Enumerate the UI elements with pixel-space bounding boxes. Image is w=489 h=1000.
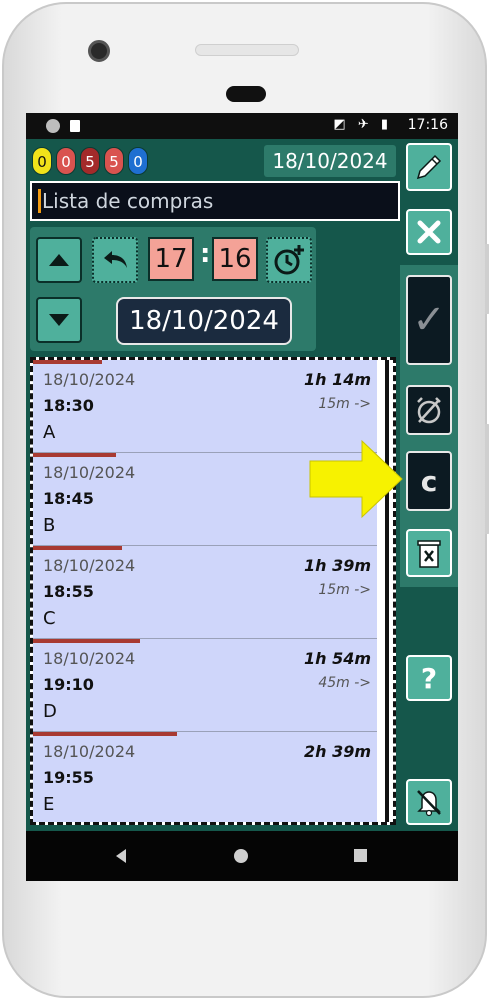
event-date: 18/10/2024 — [43, 649, 136, 668]
header-date[interactable]: 18/10/2024 — [264, 145, 396, 177]
event-duration: 1h 14m — [303, 370, 371, 389]
check-icon: ✓ — [412, 297, 446, 343]
power-button — [485, 424, 489, 534]
event-time: 19:10 — [43, 675, 94, 694]
event-progress-bar — [33, 360, 102, 364]
undo-icon — [104, 251, 127, 268]
text-cursor — [38, 189, 41, 213]
event-gap: 45m -> — [318, 675, 371, 691]
event-name: E — [43, 794, 55, 815]
mute-notifications-button[interactable] — [406, 779, 452, 825]
delete-button[interactable] — [406, 529, 452, 577]
event-progress-bar — [33, 639, 140, 643]
counter-red-2[interactable]: 5 — [104, 147, 124, 175]
minute-box[interactable]: 16 — [212, 237, 258, 281]
arrow-up-icon — [49, 254, 69, 266]
help-button[interactable]: ? — [406, 655, 452, 701]
bell-off-icon — [417, 790, 441, 817]
counter-yellow[interactable]: 0 — [32, 147, 52, 175]
event-name: C — [43, 608, 56, 629]
event-date: 18/10/2024 — [43, 463, 136, 482]
title-field-wrapper: Lista de compras — [30, 181, 400, 221]
undo-button[interactable] — [92, 237, 138, 283]
event-row[interactable]: 18/10/2024 19:55 E 2h 39m — [33, 732, 377, 822]
event-duration: 1h 54m — [303, 649, 371, 668]
close-icon — [417, 220, 441, 244]
event-date: 18/10/2024 — [43, 370, 136, 389]
time-control-panel: 17 : 16 18/10/2024 — [30, 227, 316, 351]
date-picker[interactable]: 18/10/2024 — [116, 297, 292, 345]
event-date: 18/10/2024 — [43, 556, 136, 575]
arrow-down-icon — [49, 314, 69, 326]
event-name: B — [43, 515, 56, 536]
add-alarm-button[interactable] — [266, 237, 312, 283]
counter-red-1[interactable]: 0 — [56, 147, 76, 175]
event-row[interactable]: 18/10/2024 18:55 C 1h 39m 15m -> — [33, 546, 377, 639]
status-icons: ◩ ✈ ▮ — [333, 117, 392, 132]
event-duration: 1h 39m — [303, 556, 371, 575]
time-separator: : — [200, 239, 211, 269]
event-list[interactable]: 18/10/2024 18:30 A 1h 14m 15m -> 18/10/2024 18… — [33, 360, 377, 822]
status-bar: ◩ ✈ ▮ 17:16 — [26, 113, 458, 139]
alarm-off-button[interactable] — [406, 385, 452, 435]
counter-badges: 0 0 5 5 0 — [32, 147, 148, 175]
pencil-icon — [416, 154, 442, 180]
event-row[interactable]: 18/10/2024 19:10 D 1h 54m 45m -> — [33, 639, 377, 732]
time-down-button[interactable] — [36, 297, 82, 343]
event-name: A — [43, 422, 56, 443]
alarm-off-icon — [417, 397, 441, 424]
notification-icon — [46, 119, 60, 133]
status-time: 17:16 — [407, 117, 448, 133]
back-icon[interactable] — [116, 849, 126, 863]
edit-button[interactable] — [406, 143, 452, 191]
event-time: 19:55 — [43, 768, 94, 787]
event-gap: 15m -> — [318, 396, 371, 412]
confirm-button[interactable]: ✓ — [406, 275, 452, 365]
event-date: 18/10/2024 — [43, 742, 136, 761]
event-time: 18:30 — [43, 396, 94, 415]
event-progress-bar — [33, 453, 116, 457]
list-scrollbar[interactable] — [385, 360, 389, 822]
earpiece — [226, 86, 266, 102]
event-time: 18:55 — [43, 582, 94, 601]
trash-icon — [417, 540, 441, 568]
event-progress-bar — [33, 732, 177, 736]
nav-bar — [26, 831, 458, 881]
help-icon: ? — [420, 661, 438, 695]
app-screen: ◩ ✈ ▮ 17:16 0 0 5 5 0 18/10/2024 Lista d… — [26, 113, 458, 881]
event-time: 18:45 — [43, 489, 94, 508]
volume-button — [485, 244, 489, 314]
event-duration: 2h 39m — [303, 742, 371, 761]
front-camera — [88, 40, 110, 62]
title-input-value: Lista de compras — [42, 189, 214, 213]
counter-darkred[interactable]: 5 — [80, 147, 100, 175]
home-icon[interactable] — [234, 849, 248, 863]
close-button[interactable] — [406, 209, 452, 255]
c-label: c — [420, 464, 438, 498]
copy-c-button[interactable]: c — [406, 451, 452, 511]
event-progress-bar — [33, 546, 122, 550]
recents-icon[interactable] — [354, 849, 367, 862]
event-name: D — [43, 701, 57, 722]
sd-card-icon — [70, 120, 80, 132]
pointer-arrow-icon — [309, 439, 403, 519]
counter-blue[interactable]: 0 — [128, 147, 148, 175]
title-input[interactable]: Lista de compras — [32, 183, 398, 219]
speaker-grille — [195, 44, 299, 56]
clock-plus-icon — [274, 245, 304, 275]
event-list-frame: 18/10/2024 18:30 A 1h 14m 15m -> 18/10/2024 18… — [30, 357, 396, 825]
time-up-button[interactable] — [36, 237, 82, 283]
hour-box[interactable]: 17 — [148, 237, 194, 281]
event-gap: 15m -> — [318, 582, 371, 598]
